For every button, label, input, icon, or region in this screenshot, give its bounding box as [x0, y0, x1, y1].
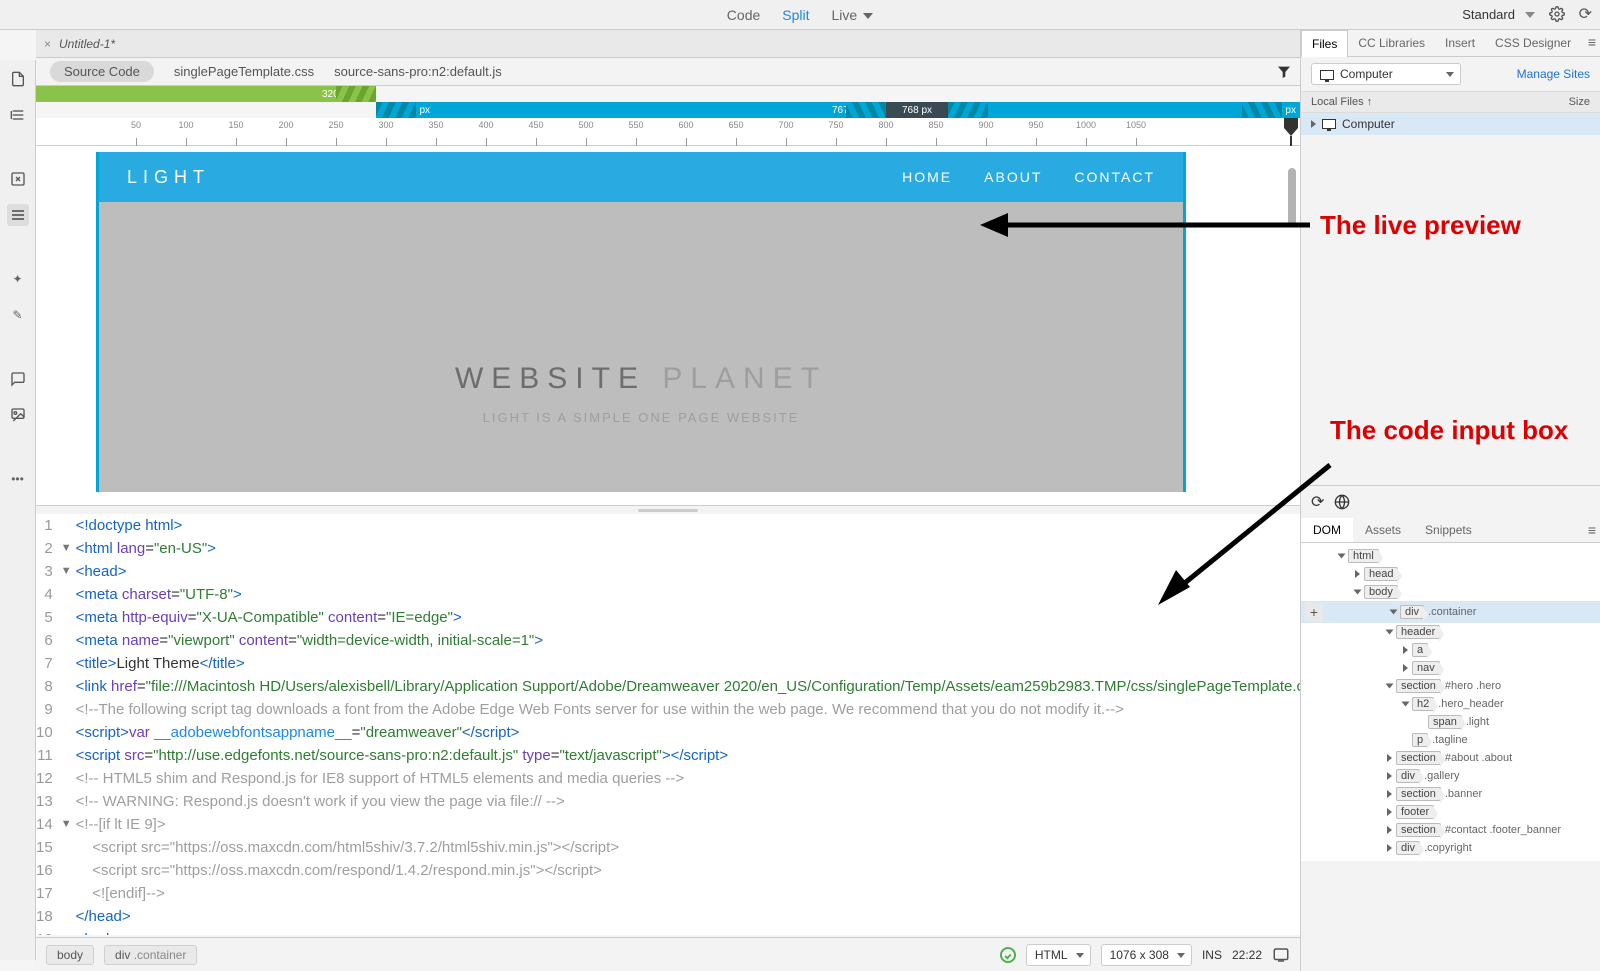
files-row-computer[interactable]: Computer	[1301, 113, 1600, 135]
computer-icon	[1322, 119, 1336, 129]
source-code-pill[interactable]: Source Code	[50, 61, 154, 82]
workspace-dropdown[interactable]: Standard	[1462, 7, 1534, 22]
more-icon[interactable]: •••	[7, 468, 29, 490]
dom-node[interactable]: html	[1301, 547, 1600, 565]
wand-icon[interactable]: ✦	[7, 268, 29, 290]
annotation-live-preview: The live preview	[1320, 210, 1521, 241]
files-col-size[interactable]: Size	[1569, 96, 1590, 108]
preview-browser-icon[interactable]	[1272, 946, 1290, 964]
media-query-bars[interactable]: 320 px 321 px767 px 768 px 1096 px	[36, 86, 1300, 118]
no-errors-icon[interactable]	[1000, 947, 1016, 963]
view-split[interactable]: Split	[782, 7, 809, 23]
live-preview-pane[interactable]: LIGHT HOME ABOUT CONTACT WEBSITE PLANET …	[36, 146, 1300, 506]
tab-cc-libraries[interactable]: CC Libraries	[1348, 30, 1435, 56]
related-file[interactable]: singlePageTemplate.css	[174, 64, 314, 79]
comment-icon[interactable]	[7, 368, 29, 390]
dom-tree[interactable]: html head body + div .container header a…	[1301, 543, 1600, 861]
dom-node[interactable]: section .banner	[1301, 785, 1600, 803]
insert-mode: INS	[1202, 948, 1222, 962]
tab-insert[interactable]: Insert	[1435, 30, 1485, 56]
files-col-local[interactable]: Local Files ↑	[1311, 96, 1372, 108]
dom-node[interactable]: section #hero .hero	[1301, 677, 1600, 695]
manage-icon[interactable]	[7, 104, 29, 126]
preview-nav-item[interactable]: CONTACT	[1074, 169, 1155, 185]
filter-icon[interactable]	[1276, 64, 1292, 80]
disclosure-triangle-icon[interactable]	[1311, 120, 1316, 128]
dom-node[interactable]: a	[1301, 641, 1600, 659]
dom-node[interactable]: h2 .hero_header	[1301, 695, 1600, 713]
preview-nav: HOME ABOUT CONTACT	[902, 169, 1155, 185]
preview-hero-title: WEBSITE PLANET	[99, 362, 1183, 396]
view-switcher: Code Split Live	[0, 0, 1600, 30]
split-view-icon[interactable]	[7, 204, 29, 226]
top-right-controls: Standard ⟳	[1462, 4, 1592, 24]
dom-panel-tabs: DOM Assets Snippets	[1301, 518, 1600, 543]
preview-header: LIGHT HOME ABOUT CONTACT	[99, 152, 1183, 202]
site-dropdown[interactable]: Computer	[1311, 63, 1461, 85]
dom-node[interactable]: body	[1301, 583, 1600, 601]
tag-crumb[interactable]: body	[46, 945, 94, 965]
arrow-icon	[1140, 455, 1340, 615]
panel-menu-icon[interactable]: ≡	[1588, 34, 1596, 50]
expand-icon[interactable]	[7, 168, 29, 190]
preview-hero[interactable]: WEBSITE PLANET LIGHT IS A SIMPLE ONE PAG…	[99, 362, 1183, 425]
view-live[interactable]: Live	[832, 7, 874, 23]
preview-brand[interactable]: LIGHT	[127, 167, 210, 188]
chevron-down-icon	[1525, 12, 1535, 18]
status-bar: body div .container HTML 1076 x 308 INS …	[36, 937, 1300, 971]
document-tab[interactable]: Untitled-1*	[59, 37, 115, 51]
gallery-icon[interactable]	[7, 404, 29, 426]
tab-snippets[interactable]: Snippets	[1413, 518, 1484, 542]
dom-node[interactable]: div .gallery	[1301, 767, 1600, 785]
dom-node[interactable]: section #contact .footer_banner	[1301, 821, 1600, 839]
dom-node[interactable]: p .tagline	[1301, 731, 1600, 749]
preview-site[interactable]: LIGHT HOME ABOUT CONTACT WEBSITE PLANET …	[96, 152, 1186, 492]
tab-files[interactable]: Files	[1301, 30, 1348, 57]
annotation-code-box: The code input box	[1330, 415, 1568, 446]
related-files-bar: Source Code singlePageTemplate.css sourc…	[36, 58, 1300, 86]
size-select[interactable]: 1076 x 308	[1101, 944, 1192, 966]
files-panel-tabs: Files CC Libraries Insert CSS Designer	[1301, 30, 1600, 57]
gear-icon[interactable]	[1549, 6, 1565, 22]
files-row-label: Computer	[1342, 117, 1395, 131]
manage-sites-link[interactable]: Manage Sites	[1517, 67, 1590, 81]
preview-tagline: LIGHT IS A SIMPLE ONE PAGE WEBSITE	[99, 410, 1183, 425]
tag-crumb[interactable]: div .container	[104, 945, 197, 965]
dom-node[interactable]: footer	[1301, 803, 1600, 821]
language-select[interactable]: HTML	[1026, 944, 1091, 966]
file-icon[interactable]	[7, 68, 29, 90]
sync-settings-icon[interactable]: ⟳	[1579, 4, 1592, 24]
dom-node[interactable]: header	[1301, 623, 1600, 641]
left-tool-rail: ✦ ✎ •••	[0, 60, 36, 960]
dom-node[interactable]: div .copyright	[1301, 839, 1600, 857]
dom-node[interactable]: span .light	[1301, 713, 1600, 731]
tab-assets[interactable]: Assets	[1353, 518, 1413, 542]
ruler: 5010015020025030035040045050055060065070…	[36, 118, 1300, 146]
link-icon[interactable]: ✎	[7, 304, 29, 326]
right-panel-column: Files CC Libraries Insert CSS Designer ≡…	[1300, 30, 1600, 971]
arrow-icon	[980, 210, 1320, 240]
dom-node[interactable]: + div .container	[1301, 601, 1600, 623]
dom-node[interactable]: head	[1301, 565, 1600, 583]
code-editor[interactable]: 1<!doctype html>2▼<html lang="en-US">3▼<…	[36, 514, 1300, 935]
dom-node[interactable]: section #about .about	[1301, 749, 1600, 767]
cursor-position: 22:22	[1232, 948, 1262, 962]
panel-menu-icon[interactable]: ≡	[1588, 522, 1596, 538]
scrubber-handle-icon[interactable]	[1282, 116, 1300, 149]
close-tab-icon[interactable]: ×	[44, 37, 51, 51]
dom-node[interactable]: nav	[1301, 659, 1600, 677]
view-code[interactable]: Code	[727, 7, 760, 23]
tab-css-designer[interactable]: CSS Designer	[1485, 30, 1581, 56]
preview-nav-item[interactable]: ABOUT	[984, 169, 1042, 185]
horizontal-splitter[interactable]	[36, 506, 1300, 514]
preview-nav-item[interactable]: HOME	[902, 169, 952, 185]
chevron-down-icon	[863, 13, 873, 19]
related-file[interactable]: source-sans-pro:n2:default.js	[334, 64, 502, 79]
